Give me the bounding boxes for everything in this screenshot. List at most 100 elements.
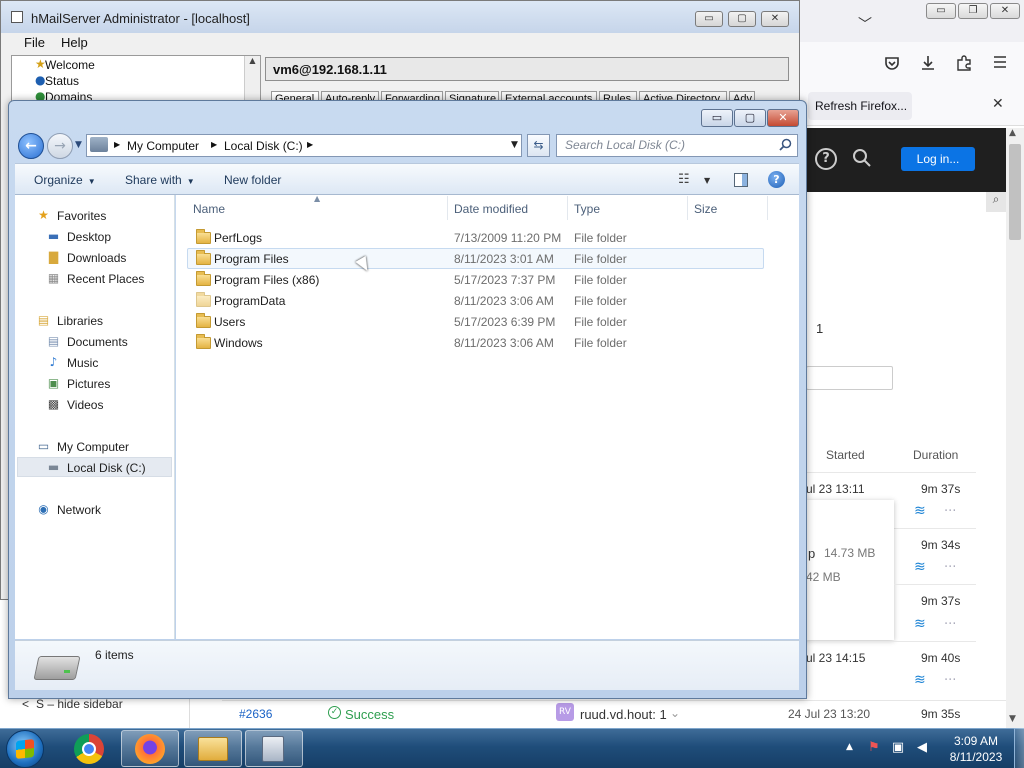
- extensions-icon[interactable]: [953, 54, 975, 76]
- firefox-minimize-button[interactable]: ▭: [926, 3, 956, 19]
- nav-my-computer[interactable]: My Computer: [57, 440, 129, 454]
- address-dropdown-icon[interactable]: ▼: [511, 140, 518, 150]
- views-dropdown-icon[interactable]: ▼: [704, 176, 710, 185]
- branch-name[interactable]: ruud.vd.hout: 1: [580, 707, 667, 722]
- nav-libraries[interactable]: Libraries: [57, 314, 103, 328]
- menu-file[interactable]: File: [24, 35, 45, 50]
- volume-icon[interactable]: ◀: [914, 740, 930, 756]
- refresh-firefox-button[interactable]: Refresh Firefox...: [808, 92, 912, 120]
- hmail-minimize-button[interactable]: ▭: [695, 11, 723, 27]
- nav-network[interactable]: Network: [57, 503, 101, 517]
- hmail-maximize-button[interactable]: ▢: [728, 11, 756, 27]
- breadcrumb-my-computer[interactable]: My Computer: [127, 139, 199, 153]
- downloads-icon[interactable]: [917, 54, 939, 76]
- column-size[interactable]: Size: [694, 202, 717, 216]
- scroll-down-icon[interactable]: ▼: [1009, 714, 1016, 724]
- nav-favorites[interactable]: Favorites: [57, 209, 106, 223]
- explorer-close-button[interactable]: ✕: [767, 109, 799, 127]
- breadcrumb-arrow-icon[interactable]: ▶: [307, 140, 313, 149]
- column-date-modified[interactable]: Date modified: [454, 202, 528, 216]
- help-icon[interactable]: ?: [768, 171, 785, 188]
- organize-button[interactable]: Organize ▼: [34, 173, 96, 187]
- explorer-maximize-button[interactable]: ▢: [734, 109, 766, 127]
- computer-icon: ▭: [37, 439, 50, 453]
- nav-documents[interactable]: Documents: [67, 335, 128, 349]
- search-input[interactable]: Search Local Disk (C:): [556, 134, 798, 157]
- scroll-thumb[interactable]: [1009, 144, 1021, 240]
- preview-pane-icon[interactable]: [734, 173, 748, 187]
- chevron-left-icon[interactable]: <: [22, 697, 29, 711]
- refresh-icon[interactable]: ⇆: [527, 134, 550, 157]
- help-icon[interactable]: ?: [815, 148, 837, 170]
- more-icon[interactable]: ···: [944, 560, 956, 575]
- menu-icon[interactable]: [989, 54, 1011, 76]
- explorer-minimize-button[interactable]: ▭: [701, 109, 733, 127]
- run-duration: 9m 37s: [921, 482, 961, 496]
- file-type: File folder: [574, 273, 627, 287]
- nav-downloads[interactable]: Downloads: [67, 251, 126, 265]
- breadcrumb-local-disk[interactable]: Local Disk (C:): [224, 139, 303, 153]
- close-notice-icon[interactable]: ✕: [992, 96, 1004, 112]
- views-icon[interactable]: ☷: [678, 172, 690, 187]
- recent-pages-icon[interactable]: ▼: [75, 140, 82, 150]
- search-icon[interactable]: [852, 148, 872, 173]
- more-icon[interactable]: ···: [944, 673, 956, 688]
- chevron-down-icon[interactable]: ⌄: [670, 706, 680, 720]
- artifacts-icon[interactable]: ≋: [914, 616, 926, 632]
- artifacts-icon[interactable]: ≋: [914, 672, 926, 688]
- new-folder-button[interactable]: New folder: [224, 173, 281, 187]
- action-center-icon[interactable]: ⚑: [866, 740, 882, 756]
- nav-videos[interactable]: Videos: [67, 398, 103, 412]
- nav-local-disk[interactable]: Local Disk (C:): [67, 461, 146, 475]
- column-name[interactable]: Name: [193, 202, 225, 216]
- run-status: Success: [345, 707, 395, 722]
- hide-sidebar-hint[interactable]: S – hide sidebar: [36, 697, 123, 711]
- back-button[interactable]: ←: [18, 133, 44, 159]
- nav-desktop[interactable]: Desktop: [67, 230, 111, 244]
- show-hidden-icons[interactable]: ▲: [846, 742, 853, 752]
- recent-places-icon: ▦: [47, 271, 60, 285]
- tree-item-welcome[interactable]: Welcome: [45, 58, 95, 72]
- scroll-up-icon[interactable]: ▲: [1009, 128, 1016, 138]
- forward-button[interactable]: →: [47, 133, 73, 159]
- firefox-close-button[interactable]: ✕: [990, 3, 1020, 19]
- breadcrumb-arrow-icon[interactable]: ▶: [114, 140, 120, 149]
- file-date: 8/11/2023 3:01 AM: [454, 252, 554, 266]
- nav-music[interactable]: Music: [67, 356, 98, 370]
- column-type[interactable]: Type: [574, 202, 600, 216]
- artifacts-icon[interactable]: ≋: [914, 503, 926, 519]
- artifacts-icon[interactable]: ≋: [914, 559, 926, 575]
- page-number[interactable]: 1: [816, 321, 823, 336]
- libraries-icon: ▤: [37, 313, 50, 327]
- filter-input[interactable]: [806, 366, 893, 390]
- nav-pictures[interactable]: Pictures: [67, 377, 110, 391]
- run-id-link[interactable]: #2636: [239, 707, 272, 721]
- column-divider[interactable]: [687, 196, 688, 220]
- search-icon[interactable]: [779, 138, 792, 154]
- feedback-icon[interactable]: ⌕: [986, 192, 1006, 212]
- column-divider[interactable]: [567, 196, 568, 220]
- run-started: ul 23 14:15: [806, 651, 866, 665]
- tab-list-chevron-icon[interactable]: ﹀: [858, 14, 872, 34]
- nav-recent-places[interactable]: Recent Places: [67, 272, 144, 286]
- pocket-icon[interactable]: [881, 54, 903, 76]
- network-icon[interactable]: ▣: [890, 740, 906, 756]
- hmail-close-button[interactable]: ✕: [761, 11, 789, 27]
- column-duration[interactable]: Duration: [913, 448, 958, 462]
- breadcrumb-arrow-icon[interactable]: ▶: [211, 140, 217, 149]
- menu-help[interactable]: Help: [61, 35, 88, 50]
- clock-time[interactable]: 3:09 AM: [946, 734, 1006, 748]
- tree-item-status[interactable]: Status: [45, 74, 79, 88]
- file-date: 5/17/2023 7:37 PM: [454, 273, 556, 287]
- show-desktop-button[interactable]: [1014, 728, 1024, 768]
- file-name: ProgramData: [214, 294, 286, 308]
- firefox-maximize-button[interactable]: ❐: [958, 3, 988, 19]
- login-button[interactable]: Log in...: [901, 147, 975, 171]
- clock-date[interactable]: 8/11/2023: [940, 750, 1012, 764]
- more-icon[interactable]: ···: [944, 504, 956, 519]
- share-with-button[interactable]: Share with ▼: [125, 173, 195, 187]
- more-icon[interactable]: ···: [944, 617, 956, 632]
- column-started[interactable]: Started: [826, 448, 865, 462]
- column-divider[interactable]: [447, 196, 448, 220]
- column-divider[interactable]: [767, 196, 768, 220]
